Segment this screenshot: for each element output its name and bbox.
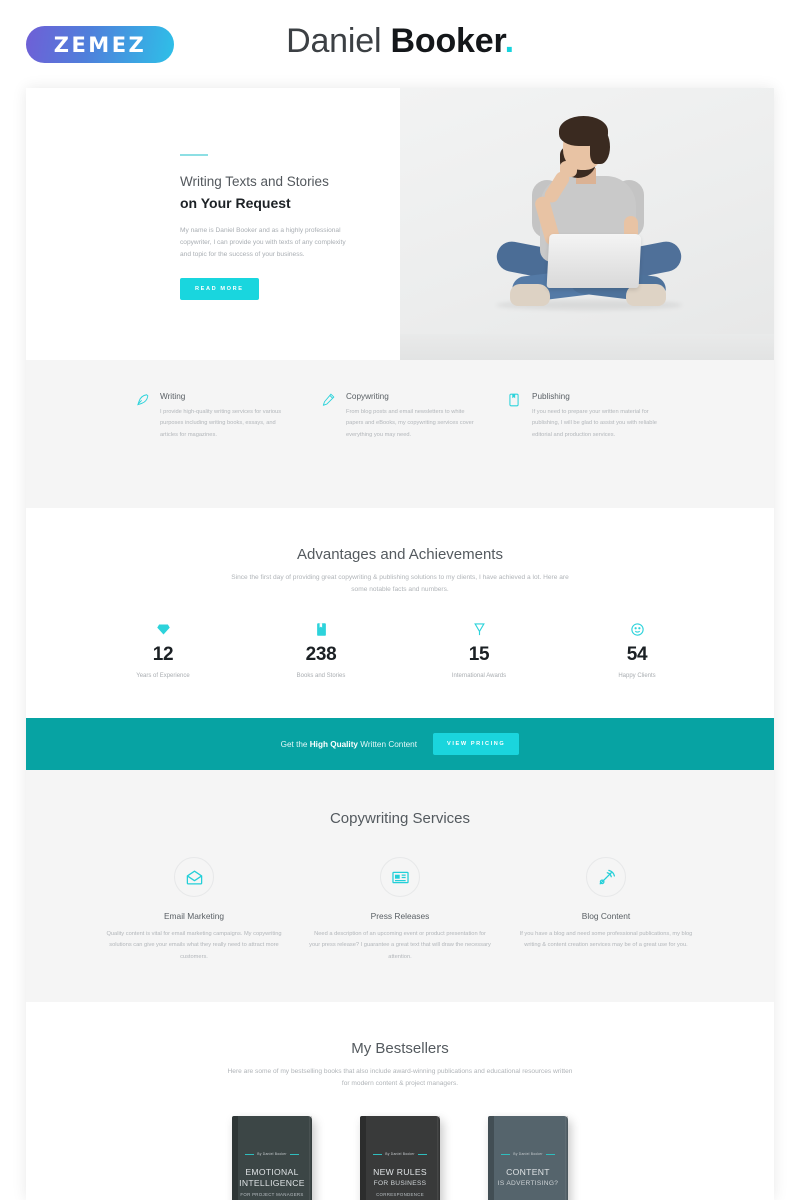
advantages-subtitle: Since the first day of providing great c… bbox=[231, 574, 569, 594]
view-pricing-button[interactable]: VIEW PRICING bbox=[433, 733, 520, 755]
smiley-icon bbox=[558, 622, 716, 640]
services-title: Copywriting Services bbox=[329, 810, 471, 827]
hero-text-column: Writing Texts and Stories on Your Reques… bbox=[26, 88, 400, 360]
counter-label: Happy Clients bbox=[618, 673, 656, 680]
service-card[interactable]: Blog Content If you have a blog and need… bbox=[503, 857, 709, 963]
counter-item: 54 Happy Clients bbox=[558, 622, 716, 679]
service-card[interactable]: Press Releases Need a description of an … bbox=[297, 857, 503, 963]
landing-page: ZEMEZ Daniel Booker. Writing Texts and S… bbox=[0, 0, 800, 1200]
hero-section: Writing Texts and Stories on Your Reques… bbox=[26, 88, 774, 360]
award-icon bbox=[400, 622, 558, 640]
hero-image bbox=[400, 88, 774, 360]
counter-item: 238 Books and Stories bbox=[242, 622, 400, 679]
advantages-section: Advantages and Achievements Since the fi… bbox=[26, 508, 774, 718]
book-byline: By Daniel Booker bbox=[245, 1152, 299, 1157]
feature-card: Publishing If you need to prepare your w… bbox=[507, 392, 665, 441]
book-title-line1: CONTENT bbox=[506, 1167, 550, 1178]
bestsellers-subtitle: Here are some of my bestselling books th… bbox=[227, 1068, 573, 1088]
books-row: By Daniel Booker EMOTIONAL INTELLIGENCE … bbox=[26, 1116, 774, 1200]
service-title: Blog Content bbox=[581, 911, 631, 921]
book-icon bbox=[507, 392, 523, 441]
book-title-line1: NEW RULES bbox=[373, 1167, 427, 1178]
diamond-icon bbox=[84, 622, 242, 640]
book-cover[interactable]: By Daniel Booker EMOTIONAL INTELLIGENCE … bbox=[232, 1116, 312, 1200]
book-cover[interactable]: By Daniel Booker NEW RULES FOR BUSINESS … bbox=[360, 1116, 440, 1200]
cta-text-bold: High Quality bbox=[309, 739, 358, 749]
accent-divider bbox=[180, 154, 208, 156]
top-bar: ZEMEZ Daniel Booker. bbox=[0, 0, 800, 88]
site-title-first: Daniel bbox=[286, 22, 391, 60]
counter-item: 12 Years of Experience bbox=[84, 622, 242, 679]
features-section: Writing I provide high-quality writing s… bbox=[26, 360, 774, 508]
bestsellers-title: My Bestsellers bbox=[351, 1040, 449, 1057]
cta-text-after: Written Content bbox=[357, 739, 417, 749]
book-title-line2: INTELLIGENCE bbox=[239, 1178, 305, 1189]
book-subtitle: FOR PROJECT MANAGERS bbox=[240, 1191, 304, 1197]
cta-text: Get the High Quality Written Content bbox=[281, 740, 417, 749]
book-page-icon bbox=[242, 622, 400, 640]
counter-item: 15 International Awards bbox=[400, 622, 558, 679]
counter-value: 54 bbox=[626, 644, 648, 666]
cta-text-before: Get the bbox=[280, 739, 310, 749]
counters-row: 12 Years of Experience 238 Books and Sto… bbox=[26, 622, 774, 679]
book-cover[interactable]: By Daniel Booker CONTENT IS ADVERTISING? bbox=[488, 1116, 568, 1200]
book-byline: By Daniel Booker bbox=[501, 1152, 555, 1157]
feature-text: From blog posts and email newsletters to… bbox=[346, 409, 474, 438]
service-title: Email Marketing bbox=[163, 911, 225, 921]
service-text: Need a description of an upcoming event … bbox=[309, 931, 491, 960]
service-text: Quality content is vital for email marke… bbox=[106, 931, 282, 960]
book-author: By Daniel Booker bbox=[513, 1152, 543, 1157]
site-title-last: Booker bbox=[390, 22, 505, 60]
cta-banner: Get the High Quality Written Content VIE… bbox=[26, 718, 774, 770]
book-title-line2: IS ADVERTISING? bbox=[497, 1180, 559, 1188]
book-author: By Daniel Booker bbox=[257, 1152, 287, 1157]
newspaper-icon bbox=[380, 857, 420, 897]
counter-label: Books and Stories bbox=[296, 673, 346, 680]
hero-heading: Writing Texts and Stories on Your Reques… bbox=[180, 172, 360, 213]
site-title-dot: . bbox=[504, 22, 514, 60]
feature-card: Copywriting From blog posts and email ne… bbox=[321, 392, 479, 441]
laptop-icon bbox=[546, 234, 642, 288]
book-subtitle: CORRESPONDENCE bbox=[376, 1192, 424, 1197]
advantages-title: Advantages and Achievements bbox=[297, 546, 503, 563]
hero-heading-line1: Writing Texts and Stories bbox=[180, 174, 329, 189]
feature-title: Writing bbox=[160, 392, 186, 401]
page-title: Daniel Booker. bbox=[0, 22, 800, 61]
counter-value: 15 bbox=[468, 644, 490, 666]
feature-text: If you need to prepare your written mate… bbox=[532, 409, 657, 438]
hero-paragraph: My name is Daniel Booker and as a highly… bbox=[180, 226, 346, 259]
counter-label: International Awards bbox=[451, 673, 507, 680]
counter-label: Years of Experience bbox=[136, 673, 190, 680]
service-title: Press Releases bbox=[370, 911, 430, 921]
hero-heading-line2: on Your Request bbox=[180, 194, 291, 211]
book-byline: By Daniel Booker bbox=[373, 1152, 427, 1157]
feature-title: Copywriting bbox=[346, 392, 389, 401]
service-card[interactable]: Email Marketing Quality content is vital… bbox=[91, 857, 297, 963]
book-author: By Daniel Booker bbox=[385, 1152, 415, 1157]
book-title-line1: EMOTIONAL bbox=[245, 1167, 299, 1178]
counter-value: 12 bbox=[152, 644, 174, 666]
content-shell: Writing Texts and Stories on Your Reques… bbox=[26, 88, 774, 1200]
feature-title: Publishing bbox=[532, 392, 570, 401]
counter-value: 238 bbox=[305, 644, 337, 666]
bestsellers-section: My Bestsellers Here are some of my bests… bbox=[26, 1002, 774, 1200]
services-section: Copywriting Services Email Marketing Qua… bbox=[26, 770, 774, 1002]
envelope-open-icon bbox=[174, 857, 214, 897]
feature-text: I provide high-quality writing services … bbox=[160, 409, 282, 438]
read-more-button[interactable]: READ MORE bbox=[180, 278, 259, 301]
quill-pen-icon bbox=[135, 392, 151, 441]
feature-card: Writing I provide high-quality writing s… bbox=[135, 392, 293, 441]
book-title-line2: FOR BUSINESS bbox=[373, 1180, 427, 1188]
blog-signal-pen-icon bbox=[586, 857, 626, 897]
pencil-icon bbox=[321, 392, 337, 441]
service-text: If you have a blog and need some profess… bbox=[519, 931, 693, 949]
